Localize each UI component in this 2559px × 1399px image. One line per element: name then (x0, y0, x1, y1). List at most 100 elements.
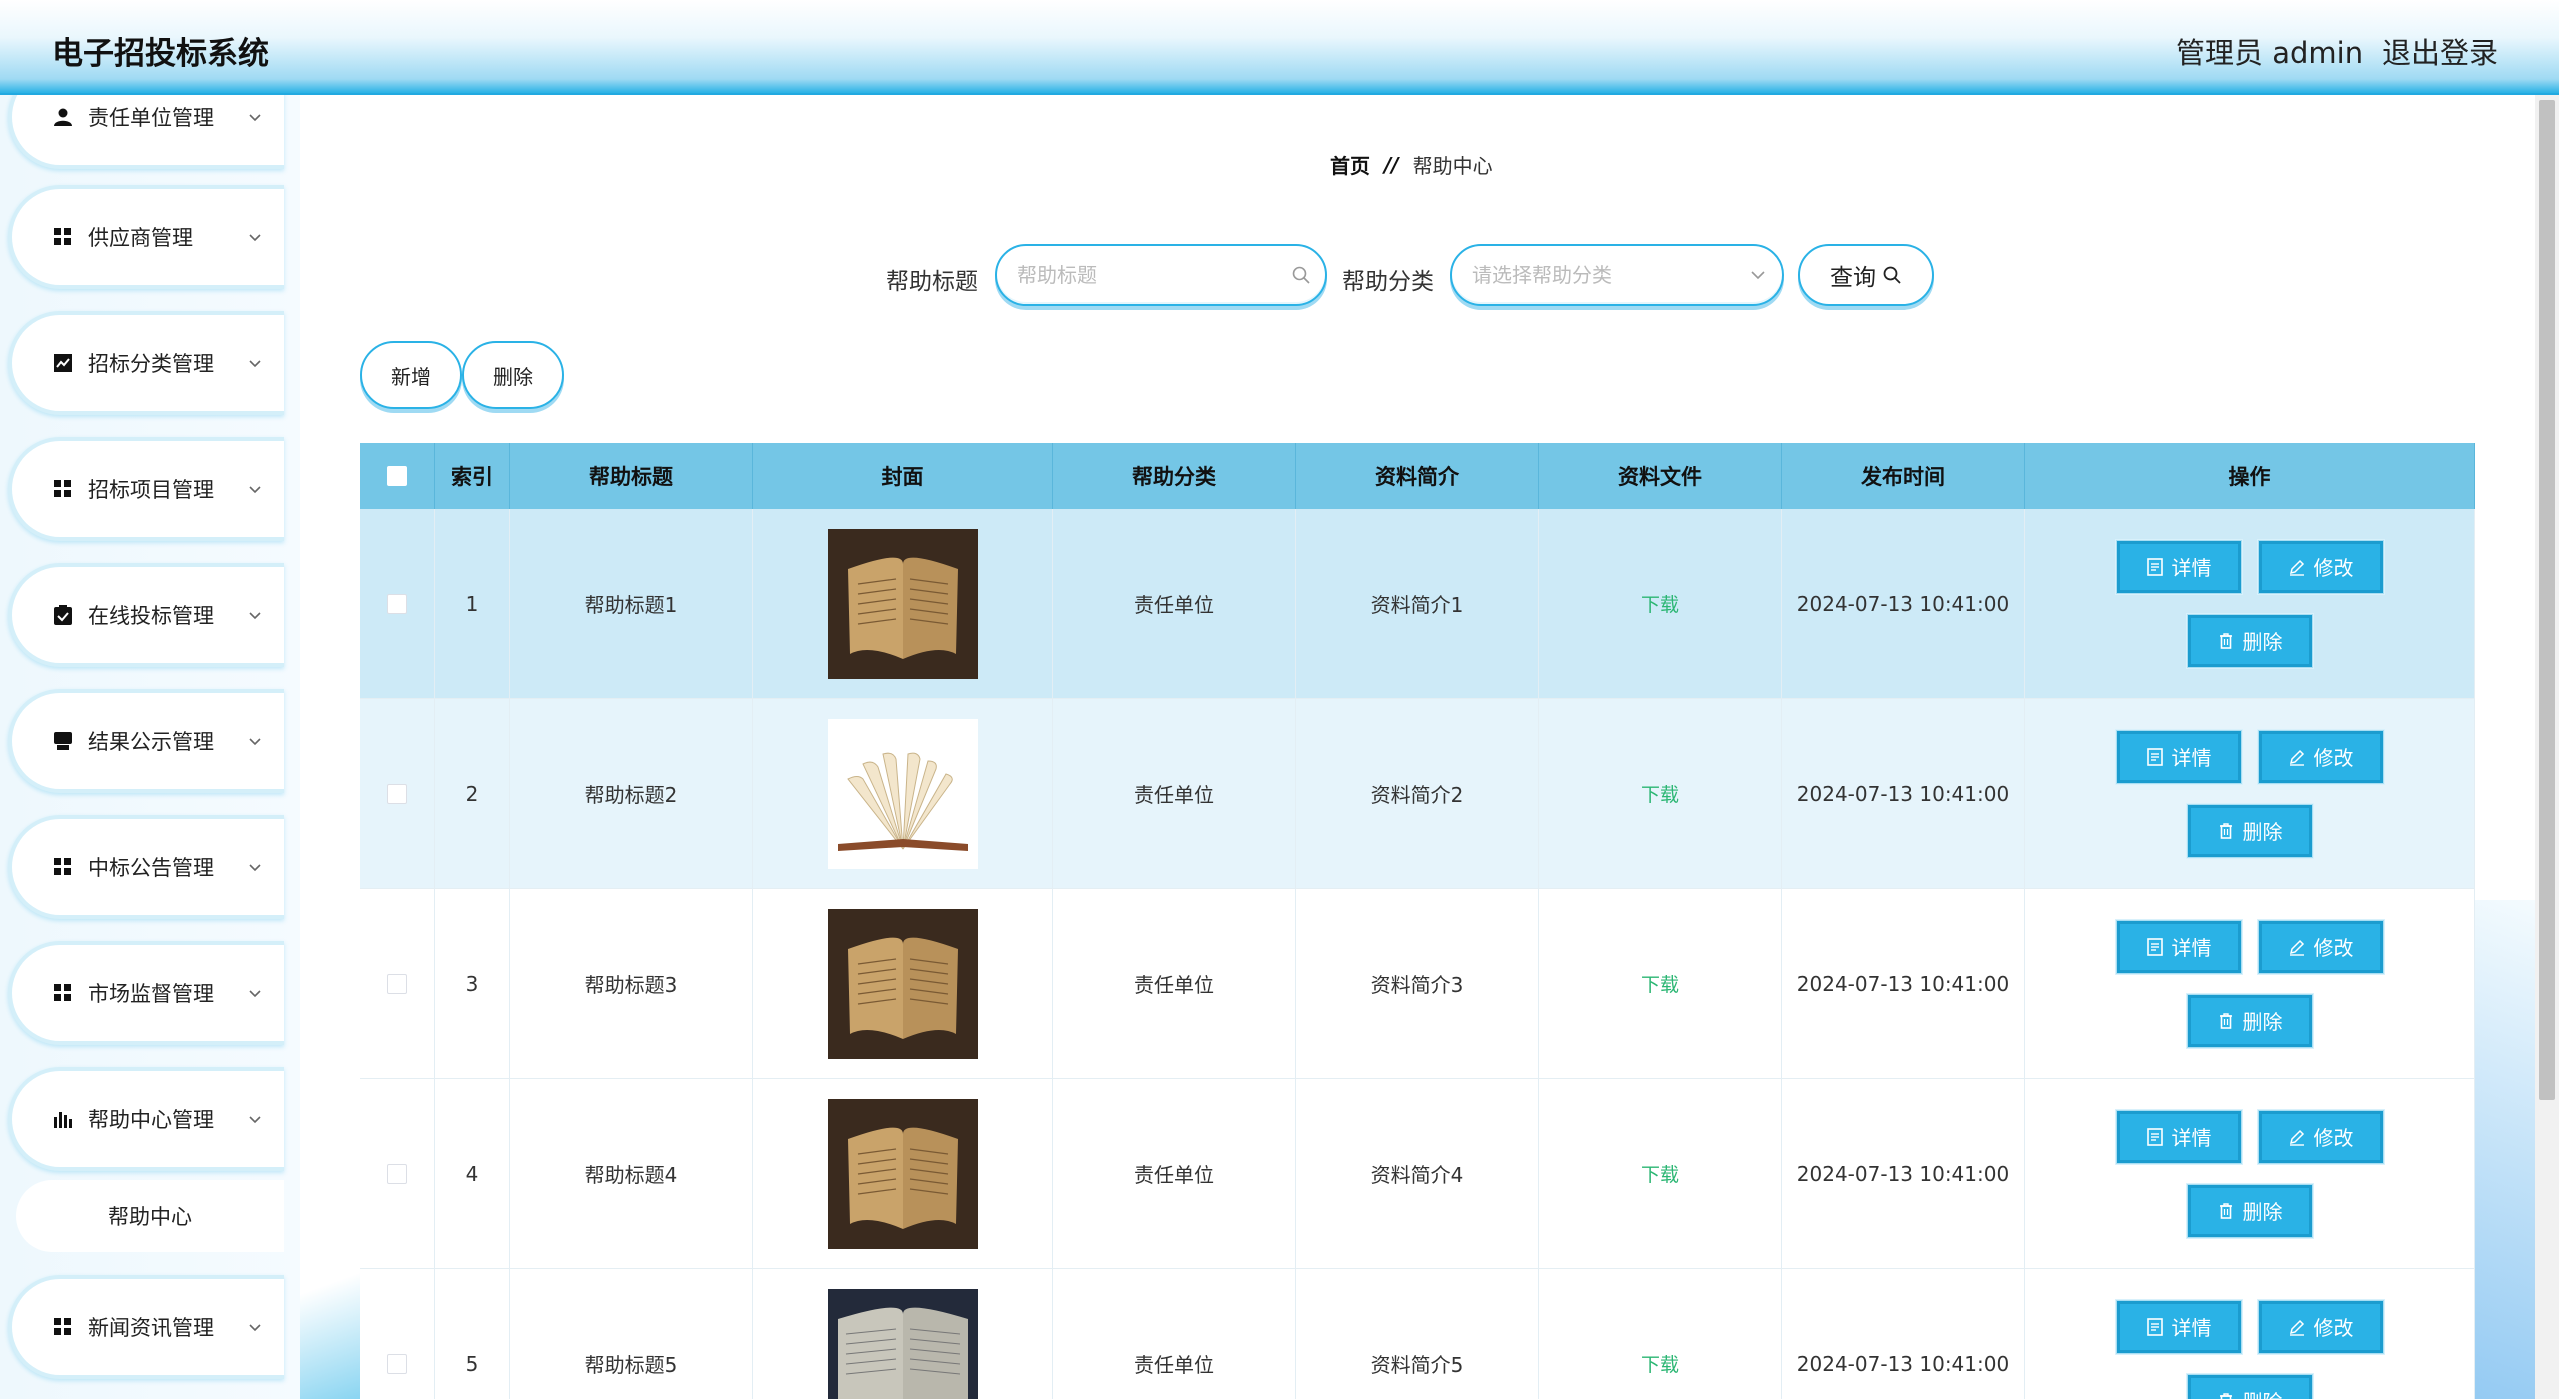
row-select-cell (360, 1079, 435, 1268)
download-link[interactable]: 下载 (1641, 970, 1679, 997)
file-cell: 下载 (1539, 1269, 1782, 1399)
cover-image (827, 908, 978, 1059)
row-checkbox[interactable] (387, 973, 407, 994)
help-table: 索引 帮助标题 封面 帮助分类 资料简介 资料文件 发布时间 操作 1 帮助标题1… (360, 443, 2475, 1399)
admin-label: 管理员 admin (2176, 36, 2364, 70)
time-cell: 2024-07-13 10:41:00 (1782, 1269, 2025, 1399)
delete-button[interactable]: 删除 (2186, 1183, 2313, 1238)
detail-button[interactable]: 详情 (2115, 729, 2242, 784)
detail-button[interactable]: 详情 (2115, 919, 2242, 974)
cover-cell (753, 889, 1053, 1078)
detail-button[interactable]: 详情 (2115, 1109, 2242, 1164)
sidebar-subitem-help-center[interactable]: 帮助中心 (16, 1180, 284, 1252)
delete-button[interactable]: 删除 (2186, 1373, 2313, 1399)
edit-button-label: 修改 (2313, 1126, 2354, 1150)
title-search-input[interactable] (1017, 255, 1291, 295)
document-icon (2146, 557, 2163, 576)
cover-image (827, 718, 978, 869)
detail-button[interactable]: 详情 (2115, 539, 2242, 594)
logout-link[interactable]: 退出登录 (2382, 30, 2498, 72)
title-cell: 帮助标题4 (510, 1079, 753, 1268)
print-icon (52, 730, 74, 752)
index-cell: 2 (435, 699, 510, 888)
edit-button[interactable]: 修改 (2257, 919, 2384, 974)
actions-cell: 详情 修改删除 (2025, 1269, 2475, 1399)
row-select-cell (360, 1269, 435, 1399)
file-cell: 下载 (1539, 699, 1782, 888)
chevron-down-icon (249, 864, 261, 872)
category-cell: 责任单位 (1053, 699, 1296, 888)
chevron-down-icon (249, 234, 261, 242)
add-button[interactable]: 新增 (360, 341, 462, 409)
sidebar-item-online-bid[interactable]: 在线投标管理 (8, 563, 284, 667)
row-checkbox[interactable] (387, 783, 407, 804)
category-select-input[interactable] (1472, 255, 1748, 295)
breadcrumb-home[interactable]: 首页 (1330, 150, 1370, 179)
edit-button-label: 修改 (2313, 936, 2354, 960)
delete-button[interactable]: 删除 (2186, 803, 2313, 858)
top-header: 电子招投标系统 管理员 admin 退出登录 (0, 0, 2559, 95)
category-select[interactable] (1450, 244, 1784, 306)
scrollbar-thumb[interactable] (2539, 100, 2555, 1100)
delete-button-label: 删除 (2242, 1200, 2283, 1224)
edit-icon (2289, 939, 2304, 956)
header-cell: 帮助分类 (1053, 443, 1296, 509)
sidebar-item-label: 责任单位管理 (88, 106, 214, 130)
edit-button[interactable]: 修改 (2257, 729, 2384, 784)
header-cell: 封面 (753, 443, 1053, 509)
row-select-cell (360, 889, 435, 1078)
batch-delete-button[interactable]: 删除 (462, 341, 564, 409)
row-checkbox[interactable] (387, 1353, 407, 1374)
sidebar-item-help-center[interactable]: 帮助中心管理 (8, 1067, 284, 1171)
sidebar-item-news[interactable]: 新闻资讯管理 (8, 1275, 284, 1379)
row-checkbox[interactable] (387, 1163, 407, 1184)
download-link[interactable]: 下载 (1641, 590, 1679, 617)
edit-button[interactable]: 修改 (2257, 539, 2384, 594)
download-link[interactable]: 下载 (1641, 1350, 1679, 1377)
detail-button[interactable]: 详情 (2115, 1299, 2242, 1354)
sidebar: 责任单位管理 供应商管理 招标分类管理 招标项目管理 在线投标管理 结果公示管理 (0, 95, 300, 1399)
edit-button[interactable]: 修改 (2257, 1299, 2384, 1354)
sidebar-item-market-supervision[interactable]: 市场监督管理 (8, 941, 284, 1045)
row-select-cell (360, 509, 435, 698)
edit-button-label: 修改 (2313, 746, 2354, 770)
trash-icon (2219, 822, 2232, 839)
breadcrumb-separator: // (1384, 152, 1399, 177)
sidebar-item-bid-project[interactable]: 招标项目管理 (8, 437, 284, 541)
search-icon (1883, 266, 1901, 284)
row-checkbox[interactable] (387, 593, 407, 614)
intro-cell: 资料简介3 (1296, 889, 1539, 1078)
edit-button[interactable]: 修改 (2257, 1109, 2384, 1164)
header-select-all (360, 443, 435, 509)
download-link[interactable]: 下载 (1641, 780, 1679, 807)
sidebar-item-supplier[interactable]: 供应商管理 (8, 185, 284, 289)
sidebar-item-award-notice[interactable]: 中标公告管理 (8, 815, 284, 919)
delete-button[interactable]: 删除 (2186, 993, 2313, 1048)
actions-cell: 详情 修改删除 (2025, 889, 2475, 1078)
grid-icon (52, 1316, 74, 1338)
cover-cell (753, 1079, 1053, 1268)
index-cell: 5 (435, 1269, 510, 1399)
title-search-label: 帮助标题 (886, 269, 978, 295)
download-link[interactable]: 下载 (1641, 1160, 1679, 1187)
title-cell: 帮助标题1 (510, 509, 753, 698)
edit-icon (2289, 559, 2304, 576)
detail-button-label: 详情 (2171, 936, 2212, 960)
index-cell: 4 (435, 1079, 510, 1268)
chevron-down-icon (249, 990, 261, 998)
search-icon (1292, 266, 1310, 284)
sidebar-item-label: 招标项目管理 (88, 478, 214, 502)
query-button[interactable]: 查询 (1798, 244, 1934, 306)
sidebar-item-responsible-unit[interactable]: 责任单位管理 (8, 95, 284, 169)
delete-button-label: 删除 (2243, 1386, 2283, 1399)
grid-icon (52, 226, 74, 248)
sidebar-item-bid-category[interactable]: 招标分类管理 (8, 311, 284, 415)
sidebar-item-result-notice[interactable]: 结果公示管理 (8, 689, 284, 793)
chevron-down-icon (1751, 271, 1765, 280)
delete-button[interactable]: 删除 (2186, 613, 2313, 668)
document-icon (2146, 937, 2163, 956)
chevron-down-icon (249, 612, 261, 620)
edit-button-label: 修改 (2313, 1316, 2354, 1340)
sidebar-item-label: 在线投标管理 (88, 604, 214, 628)
select-all-checkbox[interactable] (387, 466, 407, 486)
